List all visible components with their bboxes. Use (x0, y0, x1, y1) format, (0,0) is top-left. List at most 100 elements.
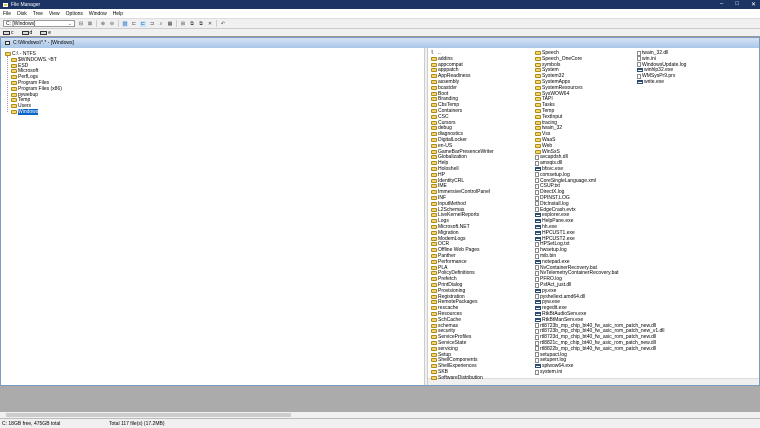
folder-icon (431, 97, 437, 102)
drive-d-button[interactable]: d (21, 30, 32, 36)
folder-icon (431, 294, 437, 299)
file-icon (535, 160, 539, 166)
file-item[interactable]: system.ini (535, 369, 562, 375)
executable-icon (535, 312, 541, 316)
folder-icon (11, 86, 17, 91)
menu-file[interactable]: File (3, 11, 11, 17)
menu-disk[interactable]: Disk (17, 11, 27, 17)
folder-icon (431, 364, 437, 369)
drive-select-value: C: [Windows] (6, 20, 36, 27)
folder-icon (431, 352, 437, 357)
folder-icon (431, 283, 437, 287)
folder-icon (431, 265, 437, 270)
close-button[interactable]: ✕ (751, 1, 756, 8)
file-item[interactable]: write.exe (637, 79, 664, 85)
disconnect-drive-icon[interactable]: ⊠ (87, 21, 93, 27)
folder-icon (431, 91, 437, 96)
file-icon (535, 241, 539, 247)
drive-c-button[interactable]: c (3, 30, 14, 36)
window-title: File Manager (11, 1, 41, 8)
search-icon[interactable]: ⌕ (158, 21, 164, 27)
menu-window[interactable]: Window (89, 11, 107, 17)
move-icon[interactable]: ⧉ (198, 21, 204, 27)
file-icon (637, 56, 641, 62)
delete-icon[interactable]: ✕ (207, 21, 213, 27)
menu-view[interactable]: View (49, 11, 60, 17)
drive-icon (21, 30, 29, 35)
folder-icon (431, 312, 437, 316)
executable-icon (535, 288, 541, 293)
file-icon (535, 247, 539, 253)
folder-icon (431, 103, 437, 108)
directory-window: C:\Windows\*.* - [Windows] C:\ - NTFS $WI… (0, 37, 760, 386)
app-icon (3, 2, 8, 7)
folder-icon (431, 254, 437, 258)
tree-only-icon[interactable]: ⊏ (131, 21, 137, 27)
folder-icon (535, 149, 541, 154)
folder-icon (535, 126, 541, 131)
folder-icon (535, 51, 541, 55)
maximize-button[interactable]: □ (735, 1, 739, 8)
folder-icon (11, 81, 17, 85)
folder-icon (431, 132, 437, 137)
folder-item[interactable]: SoftwareDistribution (431, 375, 483, 381)
file-icon (535, 189, 539, 195)
folder-icon (431, 74, 437, 79)
connect-drive-icon[interactable]: ⊟ (78, 21, 84, 27)
stop-share-icon[interactable]: ⊖ (109, 21, 115, 27)
folder-icon (535, 62, 541, 67)
file-icon (535, 201, 539, 207)
new-window-icon[interactable]: ⊞ (180, 21, 186, 27)
copy-icon[interactable]: ⧉ (189, 21, 195, 27)
folder-icon (431, 288, 437, 293)
folder-icon (431, 300, 437, 305)
share-icon[interactable]: ⊕ (100, 21, 106, 27)
parent-folder-icon: ⮤ (431, 49, 434, 56)
folder-icon (535, 138, 541, 142)
folder-icon (11, 75, 17, 80)
drive-icon (40, 30, 48, 35)
folder-icon (535, 80, 541, 84)
folder-item-label: SoftwareDistribution (438, 374, 483, 381)
folder-icon (431, 85, 437, 90)
folder-icon (11, 98, 17, 103)
file-icon (637, 73, 641, 79)
status-total-files: Total 117 file(s) (17.2MB) (109, 420, 165, 427)
folder-icon (535, 97, 541, 102)
menu-help[interactable]: Help (113, 11, 123, 17)
folder-icon (431, 329, 437, 334)
executable-icon (535, 225, 541, 229)
drive-select[interactable]: C: [Windows] ⌄ (3, 20, 75, 27)
dir-only-icon[interactable]: ⊏ (140, 20, 146, 27)
minimize-button[interactable]: – (720, 1, 723, 8)
drive-bar: c d e (0, 29, 760, 37)
tree-dir-view-icon[interactable]: ▥ (122, 20, 128, 27)
file-icon (535, 282, 539, 288)
file-icon (535, 323, 539, 329)
folder-icon (5, 52, 11, 56)
folder-icon (431, 271, 437, 276)
folder-icon (431, 341, 437, 345)
drive-label: e (48, 29, 52, 36)
menu-tree[interactable]: Tree (33, 11, 43, 17)
scrollbar-thumb[interactable] (6, 413, 291, 417)
menu-options[interactable]: Options (66, 11, 83, 17)
file-icon (535, 294, 539, 300)
properties-icon[interactable]: ▦ (167, 21, 173, 27)
folder-icon (431, 172, 437, 177)
file-icon (535, 270, 539, 276)
folder-icon (431, 207, 437, 212)
folder-icon (431, 120, 437, 125)
folder-icon (535, 91, 541, 96)
tree-item[interactable]: Windows (11, 109, 39, 115)
folder-icon (431, 213, 437, 218)
folder-icon (431, 109, 437, 113)
executable-icon (535, 219, 541, 224)
executable-icon (535, 300, 541, 305)
folder-icon (431, 306, 437, 311)
drive-e-button[interactable]: e (40, 30, 51, 36)
expand-icon[interactable]: ⊐ (149, 21, 155, 27)
file-icon (535, 253, 539, 259)
status-bar: C: 18GB free, 475GB total Total 117 file… (0, 418, 760, 428)
undo-icon[interactable]: ↶ (220, 21, 226, 27)
